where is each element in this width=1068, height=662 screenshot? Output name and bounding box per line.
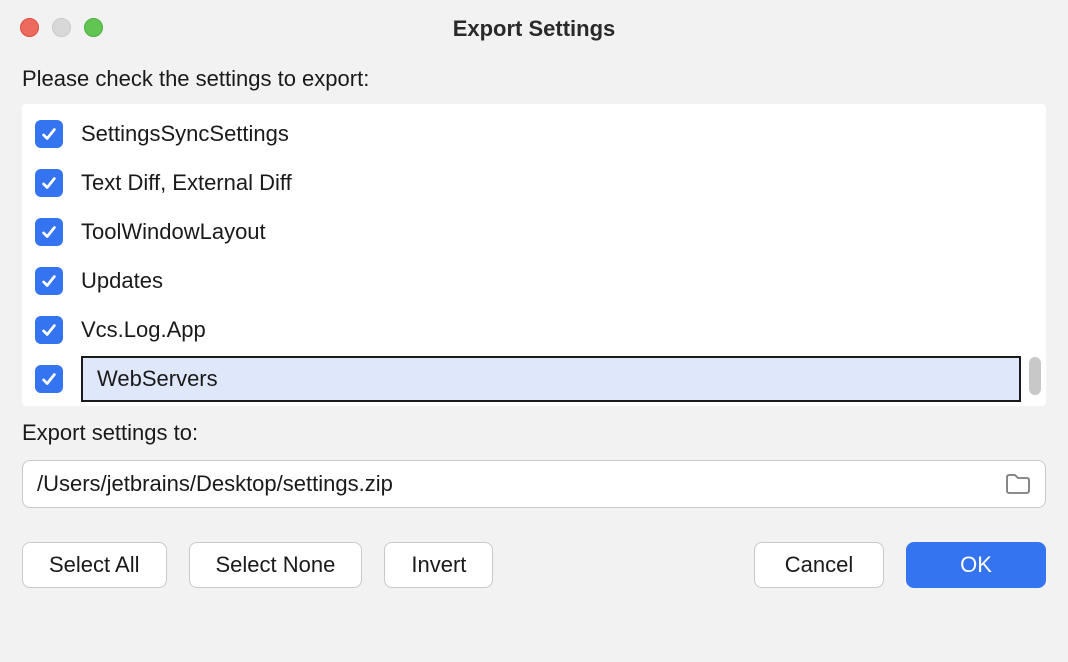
export-to-label: Export settings to: (22, 420, 1046, 446)
export-path-input[interactable] (37, 471, 1005, 497)
list-item-label: Vcs.Log.App (81, 317, 206, 343)
cancel-button[interactable]: Cancel (754, 542, 884, 588)
select-all-button[interactable]: Select All (22, 542, 167, 588)
export-settings-dialog: Export Settings Please check the setting… (0, 0, 1068, 662)
list-item[interactable]: Text Diff, External Diff (23, 158, 1045, 207)
scrollbar-thumb[interactable] (1029, 357, 1041, 395)
list-item-label: Text Diff, External Diff (81, 170, 292, 196)
close-icon[interactable] (20, 18, 39, 37)
folder-icon[interactable] (1005, 473, 1031, 495)
list-item-label: WebServers (97, 366, 218, 392)
settings-list: SettingsSyncSettings Text Diff, External… (22, 104, 1046, 406)
checkbox-icon[interactable] (35, 316, 63, 344)
ok-button[interactable]: OK (906, 542, 1046, 588)
list-item[interactable]: Updates (23, 256, 1045, 305)
button-row: Select All Select None Invert Cancel OK (22, 542, 1046, 614)
select-none-button[interactable]: Select None (189, 542, 363, 588)
export-path-field[interactable] (22, 460, 1046, 508)
list-item[interactable]: ToolWindowLayout (23, 207, 1045, 256)
list-item-selected[interactable]: WebServers (23, 354, 1045, 403)
list-item-label: ToolWindowLayout (81, 219, 266, 245)
window-controls (20, 18, 103, 37)
prompt-label: Please check the settings to export: (22, 66, 1046, 92)
maximize-icon[interactable] (84, 18, 103, 37)
list-item-label: Updates (81, 268, 163, 294)
checkbox-icon[interactable] (35, 267, 63, 295)
invert-button[interactable]: Invert (384, 542, 493, 588)
checkbox-icon[interactable] (35, 169, 63, 197)
list-item-label: SettingsSyncSettings (81, 121, 289, 147)
list-item[interactable]: SettingsSyncSettings (23, 109, 1045, 158)
list-item[interactable]: Vcs.Log.App (23, 305, 1045, 354)
checkbox-icon[interactable] (35, 120, 63, 148)
checkbox-icon[interactable] (35, 365, 63, 393)
minimize-icon[interactable] (52, 18, 71, 37)
dialog-content: Please check the settings to export: Set… (0, 48, 1068, 662)
window-title: Export Settings (18, 16, 1050, 42)
titlebar: Export Settings (0, 0, 1068, 48)
checkbox-icon[interactable] (35, 218, 63, 246)
